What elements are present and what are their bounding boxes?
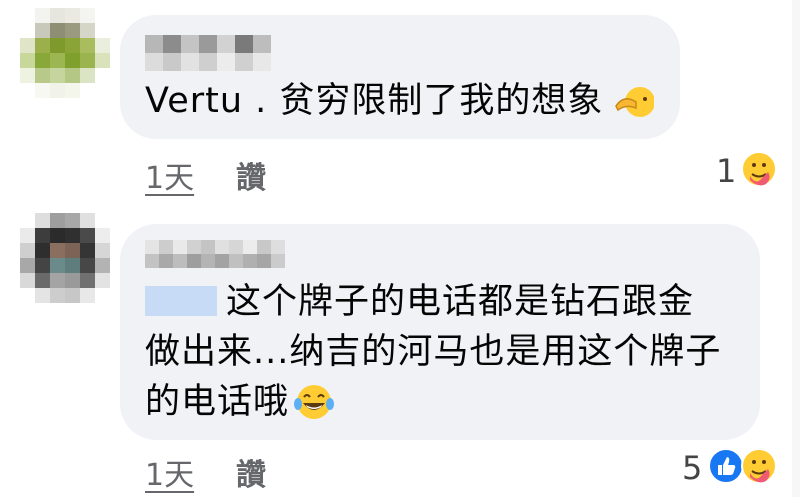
comment-timestamp[interactable]: 1天 [145,153,194,197]
comment-text-line-3: 的电话哦 [145,382,290,422]
author-name-blurred[interactable] [145,240,285,268]
mention-tag-blurred[interactable] [145,286,217,316]
like-button[interactable]: 讚 [236,450,266,494]
tears-of-joy-emoji [293,382,335,426]
scrollbar-track[interactable] [792,0,800,497]
comment-timestamp[interactable]: 1天 [145,450,194,494]
reaction-count[interactable]: 5 [682,449,702,487]
author-name-blurred[interactable] [145,35,271,71]
avatar[interactable] [20,213,110,303]
like-button[interactable]: 讚 [236,153,266,197]
reaction-count[interactable]: 1 [716,152,736,190]
comment-text-line-2: 做出来...纳吉的河马也是用这个牌子 [145,332,722,372]
care-reaction-icon[interactable] [740,150,778,188]
comment-text-line-1: 这个牌子的电话都是钻石跟金 [226,282,695,322]
care-reaction-icon[interactable] [740,447,778,485]
pointing-finger-face-emoji [614,84,655,124]
comment-text: Vertu . 贫穷限制了我的想象 [145,81,604,121]
avatar[interactable] [20,8,110,98]
